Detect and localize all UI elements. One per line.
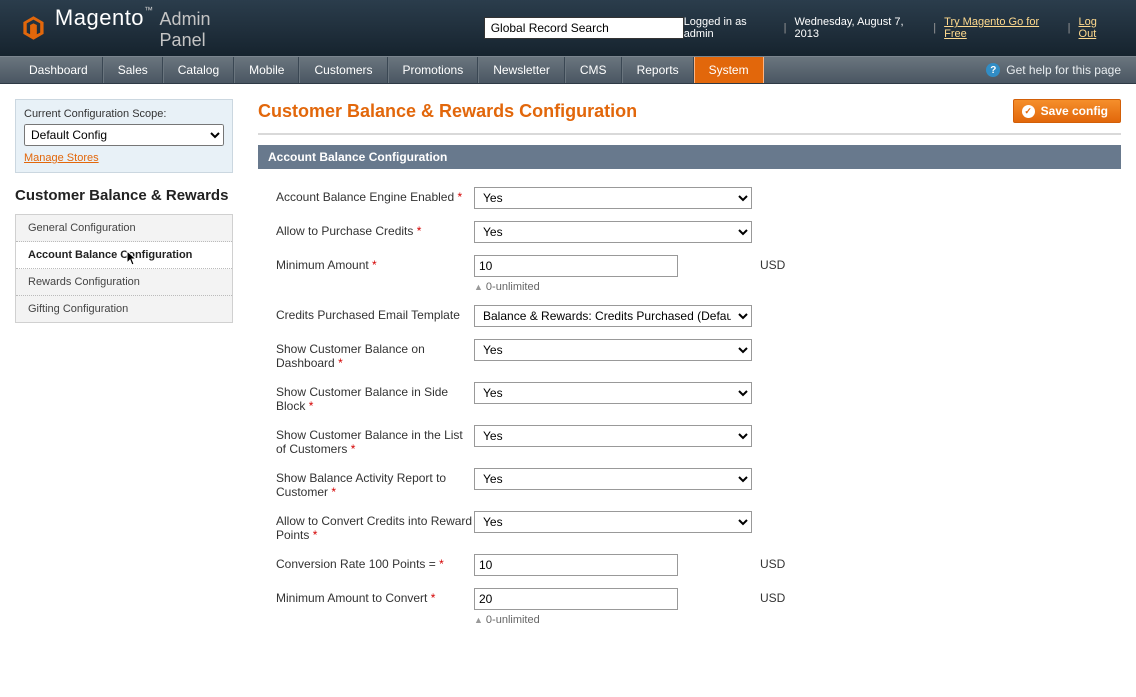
menu-cms[interactable]: CMS (565, 57, 622, 83)
row-show-list: Show Customer Balance in the List of Cus… (268, 419, 1111, 462)
label-show-activity: Show Balance Activity Report to Customer… (268, 468, 474, 499)
row-show-side-block: Show Customer Balance in Side Block * Ye… (268, 376, 1111, 419)
unit-conversion-rate: USD (752, 554, 785, 571)
row-conversion-rate: Conversion Rate 100 Points = * USD (268, 548, 1111, 582)
select-allow-purchase[interactable]: Yes (474, 221, 752, 243)
row-min-amount: Minimum Amount * ▲0-unlimited USD (268, 249, 1111, 299)
label-min-convert: Minimum Amount to Convert * (268, 588, 474, 605)
content: Customer Balance & Rewards Configuration… (258, 99, 1121, 644)
content-header: Customer Balance & Rewards Configuration… (258, 99, 1121, 135)
logo-text: Magento™ Admin Panel (55, 5, 254, 51)
sidebar-item-rewards[interactable]: Rewards Configuration (16, 269, 232, 296)
main-layout: Current Configuration Scope: Default Con… (0, 84, 1136, 644)
select-engine-enabled[interactable]: Yes (474, 187, 752, 209)
config-scope-box: Current Configuration Scope: Default Con… (15, 99, 233, 173)
unit-min-convert: USD (752, 588, 785, 605)
row-show-activity: Show Balance Activity Report to Customer… (268, 462, 1111, 505)
input-min-convert[interactable] (474, 588, 678, 610)
manage-stores-link[interactable]: Manage Stores (24, 152, 99, 164)
sidebar: Current Configuration Scope: Default Con… (15, 99, 233, 644)
help-link[interactable]: ? Get help for this page (986, 57, 1121, 83)
logout-link[interactable]: Log Out (1079, 16, 1116, 40)
scope-select[interactable]: Default Config (24, 124, 224, 146)
select-show-list[interactable]: Yes (474, 425, 752, 447)
label-show-list: Show Customer Balance in the List of Cus… (268, 425, 474, 456)
row-allow-purchase: Allow to Purchase Credits * Yes (268, 215, 1111, 249)
label-conversion-rate: Conversion Rate 100 Points = * (268, 554, 474, 571)
row-min-convert: Minimum Amount to Convert * ▲0-unlimited… (268, 582, 1111, 632)
select-show-dashboard[interactable]: Yes (474, 339, 752, 361)
label-show-dashboard: Show Customer Balance on Dashboard * (268, 339, 474, 370)
global-search (484, 17, 684, 39)
form-body: Account Balance Engine Enabled * Yes All… (258, 169, 1121, 644)
hint-min-convert: ▲0-unlimited (474, 610, 752, 626)
label-allow-purchase: Allow to Purchase Credits * (268, 221, 474, 238)
sidebar-item-general[interactable]: General Configuration (16, 215, 232, 242)
row-engine-enabled: Account Balance Engine Enabled * Yes (268, 181, 1111, 215)
help-icon: ? (986, 63, 1000, 77)
menu-customers[interactable]: Customers (299, 57, 387, 83)
page-title: Customer Balance & Rewards Configuration (258, 101, 637, 122)
sidebar-nav: General Configuration Account Balance Co… (15, 214, 233, 323)
select-show-activity[interactable]: Yes (474, 468, 752, 490)
header-bar: Magento™ Admin Panel Logged in as admin … (0, 0, 1136, 56)
save-config-button[interactable]: ✓ Save config (1013, 99, 1121, 123)
menu-mobile[interactable]: Mobile (234, 57, 299, 83)
input-min-amount[interactable] (474, 255, 678, 277)
menu-system[interactable]: System (694, 57, 764, 83)
label-engine-enabled: Account Balance Engine Enabled * (268, 187, 474, 204)
logged-in-text: Logged in as admin (684, 16, 776, 40)
section-head-account-balance[interactable]: Account Balance Configuration (258, 145, 1121, 169)
search-input[interactable] (484, 17, 684, 39)
logo[interactable]: Magento™ Admin Panel (20, 5, 254, 51)
label-allow-convert: Allow to Convert Credits into Reward Poi… (268, 511, 474, 542)
select-show-side-block[interactable]: Yes (474, 382, 752, 404)
input-conversion-rate[interactable] (474, 554, 678, 576)
sidebar-item-gifting[interactable]: Gifting Configuration (16, 296, 232, 322)
scope-label: Current Configuration Scope: (24, 108, 224, 120)
menu-promotions[interactable]: Promotions (388, 57, 479, 83)
sidebar-item-account-balance[interactable]: Account Balance Configuration (16, 242, 232, 269)
select-email-template[interactable]: Balance & Rewards: Credits Purchased (De… (474, 305, 752, 327)
magento-logo-icon (20, 14, 47, 42)
unit-min-amount: USD (752, 255, 785, 272)
row-email-template: Credits Purchased Email Template Balance… (268, 299, 1111, 333)
menu-reports[interactable]: Reports (622, 57, 694, 83)
label-email-template: Credits Purchased Email Template (268, 305, 474, 322)
header-date: Wednesday, August 7, 2013 (794, 16, 925, 40)
row-allow-convert: Allow to Convert Credits into Reward Poi… (268, 505, 1111, 548)
select-allow-convert[interactable]: Yes (474, 511, 752, 533)
label-min-amount: Minimum Amount * (268, 255, 474, 272)
row-show-dashboard: Show Customer Balance on Dashboard * Yes (268, 333, 1111, 376)
menu-catalog[interactable]: Catalog (163, 57, 234, 83)
try-magento-link[interactable]: Try Magento Go for Free (944, 16, 1060, 40)
menu-newsletter[interactable]: Newsletter (478, 57, 565, 83)
sidebar-section-title: Customer Balance & Rewards (15, 173, 233, 214)
top-menu: Dashboard Sales Catalog Mobile Customers… (0, 56, 1136, 84)
hint-min-amount: ▲0-unlimited (474, 277, 752, 293)
menu-dashboard[interactable]: Dashboard (15, 57, 103, 83)
header-right: Logged in as admin | Wednesday, August 7… (684, 16, 1116, 40)
check-icon: ✓ (1022, 105, 1035, 118)
menu-sales[interactable]: Sales (103, 57, 163, 83)
label-show-side-block: Show Customer Balance in Side Block * (268, 382, 474, 413)
